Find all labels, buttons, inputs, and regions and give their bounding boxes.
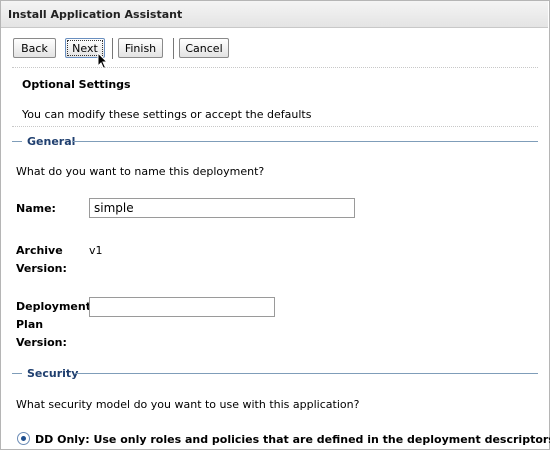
cancel-button[interactable]: Cancel — [179, 38, 229, 58]
section-title-security: Security — [25, 367, 81, 380]
section-line — [75, 373, 538, 374]
plan-version-input[interactable] — [89, 297, 275, 317]
name-input[interactable] — [89, 198, 355, 218]
back-button[interactable]: Back — [13, 38, 56, 58]
toolbar-separator — [112, 38, 113, 59]
deployment-name-question: What do you want to name this deployment… — [16, 165, 265, 178]
divider — [12, 67, 538, 68]
section-line — [72, 141, 538, 142]
plan-version-label: Plan — [16, 318, 44, 331]
security-model-question: What security model do you want to use w… — [16, 398, 360, 411]
plan-version-label: Version: — [16, 336, 67, 349]
toolbar-separator — [173, 38, 174, 59]
page-description: You can modify these settings or accept … — [22, 108, 312, 121]
page-heading: Optional Settings — [22, 78, 131, 91]
radio-selected-icon[interactable] — [17, 432, 30, 445]
divider — [12, 126, 538, 127]
section-title-general: General — [25, 135, 78, 148]
plan-version-label: Deployment — [16, 300, 91, 313]
archive-version-label: Version: — [16, 262, 67, 275]
window-title: Install Application Assistant — [8, 8, 183, 21]
dd-only-option-label[interactable]: DD Only: Use only roles and policies tha… — [35, 433, 550, 446]
finish-button[interactable]: Finish — [118, 38, 163, 58]
name-label: Name: — [16, 202, 56, 215]
title-bar: Install Application Assistant — [1, 1, 548, 28]
archive-version-label: Archive — [16, 244, 63, 257]
section-line — [12, 141, 22, 142]
section-line — [12, 373, 22, 374]
archive-version-value: v1 — [89, 244, 103, 257]
